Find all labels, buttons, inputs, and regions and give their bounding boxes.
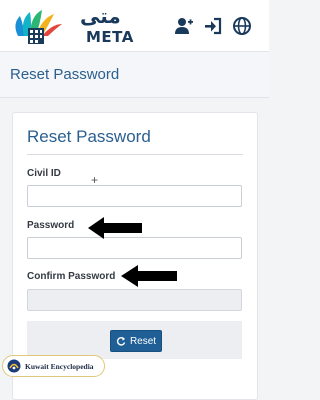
badge-text: Kuwait Encyclopedia	[25, 361, 94, 371]
top-header: متى META	[0, 0, 269, 52]
cursor-crosshair-icon: +	[91, 173, 99, 187]
refresh-icon	[116, 336, 126, 346]
page-title: Reset Password	[10, 66, 120, 83]
reset-button[interactable]: Reset	[110, 330, 162, 352]
logo-arabic-text: متى	[80, 4, 121, 28]
kuwait-encyclopedia-badge: Kuwait Encyclopedia	[2, 355, 105, 377]
encyclopedia-logo-icon	[7, 359, 21, 373]
page-subheader: Reset Password	[0, 52, 269, 98]
confirm-password-label: Confirm Password	[27, 271, 116, 282]
logo-latin-text: META	[86, 28, 134, 46]
title-divider	[27, 154, 243, 155]
confirm-password-input[interactable]	[27, 289, 242, 311]
civil-id-label: Civil ID	[27, 168, 61, 179]
reset-button-label: Reset	[129, 335, 157, 347]
globe-icon[interactable]	[229, 13, 255, 39]
annotation-arrow-confirm-icon	[121, 265, 177, 287]
password-label: Password	[27, 220, 75, 231]
annotation-arrow-password-icon	[88, 217, 142, 239]
form-title: Reset Password	[27, 127, 151, 146]
add-user-icon[interactable]	[171, 13, 197, 39]
sign-in-icon[interactable]	[200, 13, 226, 39]
meta-logo[interactable]: متى META	[10, 4, 162, 48]
civil-id-input[interactable]	[27, 185, 242, 207]
password-input[interactable]	[27, 237, 242, 259]
